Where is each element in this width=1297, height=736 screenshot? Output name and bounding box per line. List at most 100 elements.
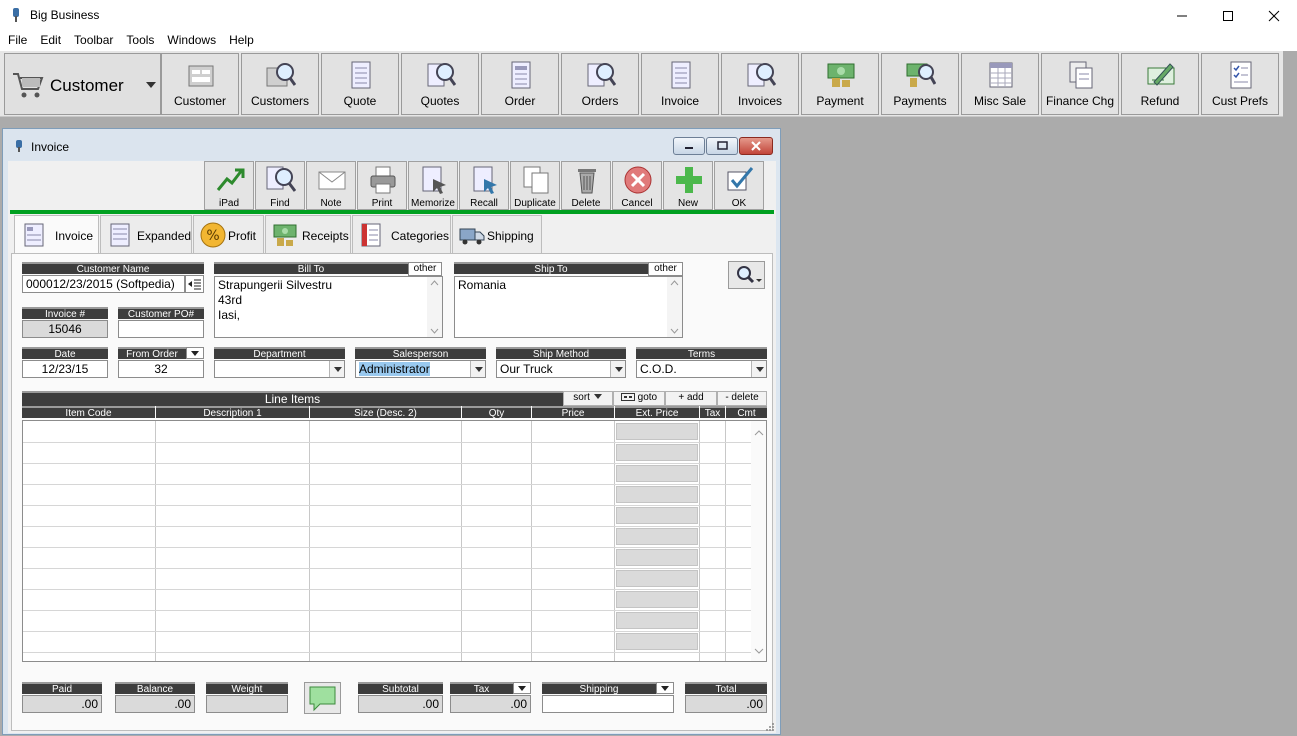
find-button[interactable]: Find bbox=[255, 161, 305, 210]
tab-receipts[interactable]: Receipts bbox=[265, 215, 351, 253]
toolbar-refund-button[interactable]: Refund bbox=[1121, 53, 1199, 115]
tab-shipping[interactable]: Shipping bbox=[452, 215, 542, 253]
tab-categories[interactable]: Categories bbox=[352, 215, 451, 253]
tab-expanded[interactable]: Expanded bbox=[100, 215, 192, 253]
note-button[interactable]: Note bbox=[306, 161, 356, 210]
column-ext-price[interactable]: Ext. Price bbox=[615, 406, 699, 419]
ship-to-other-button[interactable]: other bbox=[648, 262, 683, 276]
column-description[interactable]: Description 1 bbox=[156, 406, 309, 419]
close-button[interactable] bbox=[1251, 0, 1297, 31]
menu-help[interactable]: Help bbox=[229, 31, 254, 51]
weight-field bbox=[206, 695, 288, 713]
print-button[interactable]: Print bbox=[357, 161, 407, 210]
salesperson-select[interactable]: Administrator bbox=[355, 360, 486, 378]
bill-to-field[interactable]: Strapungerii Silvestru 43rd Iasi, bbox=[214, 276, 443, 338]
bill-to-scrollbar[interactable] bbox=[427, 277, 442, 337]
column-tax[interactable]: Tax bbox=[700, 406, 725, 419]
tax-menu-button[interactable] bbox=[513, 682, 531, 694]
comment-button[interactable] bbox=[304, 682, 341, 714]
column-item-code[interactable]: Item Code bbox=[22, 406, 155, 419]
find-label: Find bbox=[270, 198, 290, 209]
delete-line-button[interactable]: - delete bbox=[717, 391, 767, 406]
add-line-button[interactable]: + add bbox=[665, 391, 717, 406]
shipping-field[interactable] bbox=[542, 695, 674, 713]
toolbar-cust-prefs-button[interactable]: Cust Prefs bbox=[1201, 53, 1279, 115]
new-button[interactable]: New bbox=[663, 161, 713, 210]
cancel-button[interactable]: Cancel bbox=[612, 161, 662, 210]
shipping-menu-button[interactable] bbox=[656, 682, 674, 694]
ship-method-dropdown-arrow[interactable] bbox=[610, 361, 625, 377]
terms-select[interactable]: C.O.D. bbox=[636, 360, 767, 378]
bill-to-header: Bill To bbox=[214, 262, 408, 275]
maximize-icon bbox=[1223, 10, 1233, 21]
ok-button[interactable]: OK bbox=[714, 161, 764, 210]
child-restore-button[interactable] bbox=[706, 137, 738, 155]
toolbar-order-button[interactable]: Order bbox=[481, 53, 559, 115]
sort-button[interactable]: sort bbox=[563, 391, 613, 406]
menu-file[interactable]: File bbox=[8, 31, 27, 51]
department-select[interactable] bbox=[214, 360, 345, 378]
maximize-button[interactable] bbox=[1205, 0, 1251, 31]
line-items-table[interactable] bbox=[22, 420, 767, 662]
address-lookup-button[interactable] bbox=[728, 261, 765, 289]
goto-button[interactable]: goto bbox=[613, 391, 665, 406]
column-cmt[interactable]: Cmt bbox=[726, 406, 767, 419]
department-dropdown-arrow[interactable] bbox=[329, 361, 344, 377]
toolbar-orders-button[interactable]: Orders bbox=[561, 53, 639, 115]
terms-dropdown-arrow[interactable] bbox=[751, 361, 766, 377]
toolbar-payments-button[interactable]: Payments bbox=[881, 53, 959, 115]
ext-price-cell bbox=[616, 528, 698, 545]
ship-to-field[interactable]: Romania bbox=[454, 276, 683, 338]
duplicate-button[interactable]: Duplicate bbox=[510, 161, 560, 210]
menu-toolbar[interactable]: Toolbar bbox=[74, 31, 113, 51]
print-label: Print bbox=[371, 198, 393, 209]
from-order-menu-button[interactable] bbox=[186, 347, 204, 359]
from-order-field[interactable]: 32 bbox=[118, 360, 204, 378]
menu-windows[interactable]: Windows bbox=[167, 31, 216, 51]
toolbar-category-dropdown[interactable]: Customer bbox=[4, 53, 161, 115]
tab-shipping-label: Shipping bbox=[487, 229, 534, 243]
customer-list-button[interactable] bbox=[185, 275, 204, 293]
ship-method-select[interactable]: Our Truck bbox=[496, 360, 626, 378]
resize-grip-icon[interactable] bbox=[765, 722, 775, 732]
menu-edit[interactable]: Edit bbox=[40, 31, 61, 51]
tab-profit[interactable]: % Profit bbox=[193, 215, 264, 253]
table-row-divider bbox=[23, 589, 766, 590]
toolbar-invoice-button[interactable]: Invoice bbox=[641, 53, 719, 115]
toolbar-misc-sale-button[interactable]: Misc Sale bbox=[961, 53, 1039, 115]
toolbar-quote-button[interactable]: Quote bbox=[321, 53, 399, 115]
column-qty[interactable]: Qty bbox=[462, 406, 531, 419]
customer-name-field[interactable]: 000012/23/2015 (Softpedia) bbox=[22, 275, 185, 293]
toolbar-invoices-button[interactable]: Invoices bbox=[721, 53, 799, 115]
ship-to-scrollbar[interactable] bbox=[667, 277, 682, 337]
toolbar-customer-button[interactable]: Customer bbox=[161, 53, 239, 115]
menu-tools[interactable]: Tools bbox=[126, 31, 154, 51]
bill-to-other-button[interactable]: other bbox=[408, 262, 442, 276]
ipad-button[interactable]: iPad bbox=[204, 161, 254, 210]
invoice-window-titlebar[interactable]: Invoice bbox=[3, 129, 780, 160]
recall-button[interactable]: Recall bbox=[459, 161, 509, 210]
customer-card-icon bbox=[188, 65, 214, 87]
child-close-button[interactable] bbox=[739, 137, 773, 155]
child-minimize-button[interactable] bbox=[673, 137, 705, 155]
customer-po-field[interactable] bbox=[118, 320, 204, 338]
tab-invoice[interactable]: Invoice bbox=[14, 215, 99, 253]
line-items-scrollbar[interactable] bbox=[751, 421, 766, 661]
categories-icon bbox=[361, 223, 381, 247]
column-price[interactable]: Price bbox=[532, 406, 614, 419]
date-field[interactable]: 12/23/15 bbox=[22, 360, 108, 378]
toolbar-payment-button[interactable]: Payment bbox=[801, 53, 879, 115]
scroll-arrows-icon bbox=[754, 430, 764, 654]
column-size[interactable]: Size (Desc. 2) bbox=[310, 406, 461, 419]
shopping-cart-icon bbox=[13, 73, 44, 98]
checklist-icon bbox=[1230, 61, 1252, 89]
list-arrow-icon bbox=[188, 279, 201, 290]
toolbar-customers-button[interactable]: Customers bbox=[241, 53, 319, 115]
minimize-button[interactable] bbox=[1159, 0, 1205, 31]
memorize-button[interactable]: Memorize bbox=[408, 161, 458, 210]
salesperson-dropdown-arrow[interactable] bbox=[470, 361, 485, 377]
main-toolbar: Customer Customer Customers Quote Quotes… bbox=[0, 51, 1283, 117]
toolbar-finance-chg-button[interactable]: Finance Chg bbox=[1041, 53, 1119, 115]
delete-button[interactable]: Delete bbox=[561, 161, 611, 210]
toolbar-quotes-button[interactable]: Quotes bbox=[401, 53, 479, 115]
